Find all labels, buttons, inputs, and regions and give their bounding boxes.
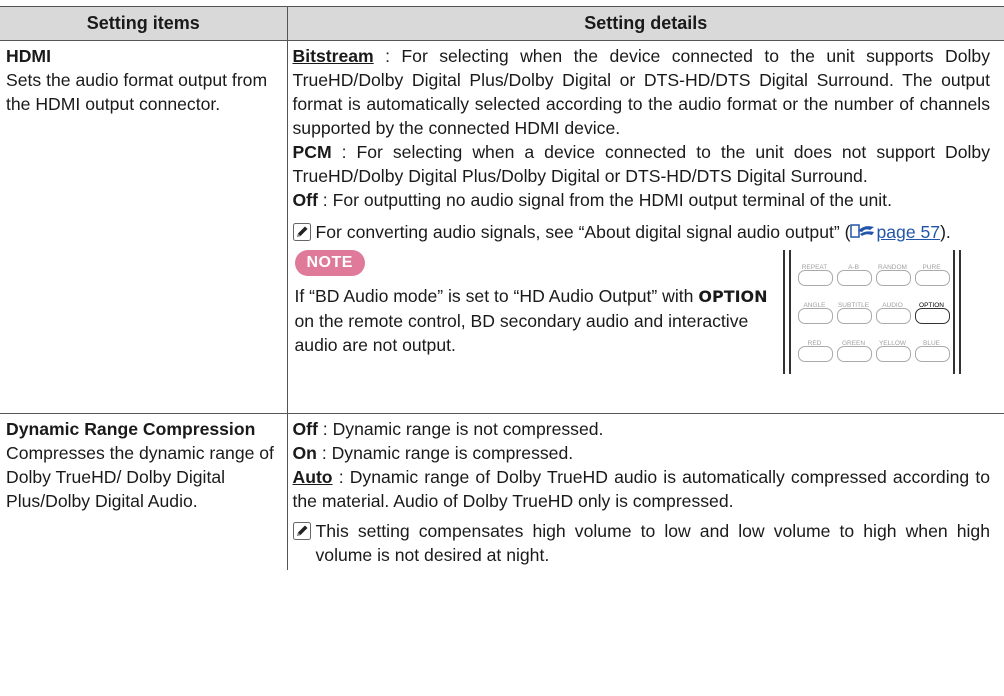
memo-note: This setting compensates high volume to … <box>292 519 991 567</box>
page-57-link[interactable]: page 57 <box>876 222 940 242</box>
option-description: : For selecting when a device connected … <box>292 142 991 186</box>
table-header-row: Setting items Setting details <box>0 6 1004 41</box>
memo-note: For converting audio signals, see “About… <box>292 220 991 244</box>
remote-button-subtitle <box>836 308 872 324</box>
column-header-setting-items: Setting items <box>0 6 287 41</box>
remote-edge-left <box>782 250 785 374</box>
setting-item-title: HDMI <box>6 46 51 66</box>
remote-edge-right <box>958 250 961 374</box>
pencil-icon <box>292 522 311 540</box>
setting-item-cell: Dynamic Range Compression Compresses the… <box>0 413 287 570</box>
remote-control-illustration: REPEAT A-B RANDOM PURE ANGLE SUBTITLE AU… <box>782 250 961 374</box>
option-bitstream: Bitstream : For selecting when the devic… <box>293 44 991 140</box>
remote-button-repeat <box>797 270 833 286</box>
memo-text: This setting compensates high volume to … <box>315 521 991 565</box>
note-section: NOTE If “BD Audio mode” is set to “HD Au… <box>293 250 991 374</box>
remote-button-red <box>797 346 833 362</box>
option-description: : For selecting when the device connecte… <box>292 46 991 138</box>
table-row-hdmi: HDMI Sets the audio format output from t… <box>0 40 1004 414</box>
remote-button-yellow <box>875 346 911 362</box>
option-pcm: PCM : For selecting when a device connec… <box>293 140 991 188</box>
option-name: PCM <box>292 142 332 162</box>
option-off: Off : Dynamic range is not compressed. <box>293 417 991 441</box>
option-name: Off <box>292 190 318 210</box>
option-name: Auto <box>292 467 333 487</box>
option-description: : Dynamic range is not compressed. <box>317 419 604 439</box>
table-row-dynamic-range-compression: Dynamic Range Compression Compresses the… <box>0 413 1004 570</box>
note-text-part2: on the remote control, BD secondary audi… <box>294 311 749 355</box>
setting-details-cell: Bitstream : For selecting when the devic… <box>286 40 1004 414</box>
option-name: Off <box>292 419 318 439</box>
setting-item-cell: HDMI Sets the audio format output from t… <box>0 40 287 414</box>
remote-button-random <box>875 270 911 286</box>
option-off: Off : For outputting no audio signal fro… <box>293 188 991 212</box>
setting-item-title: Dynamic Range Compression <box>6 419 256 439</box>
memo-text-body: For converting audio signals, see “About… <box>315 222 851 242</box>
memo-text: For converting audio signals, see “About… <box>316 220 991 244</box>
option-auto: Auto : Dynamic range of Dolby TrueHD aud… <box>293 465 991 513</box>
remote-button-blue <box>914 346 950 362</box>
option-description: : Dynamic range of Dolby TrueHD audio is… <box>292 467 991 511</box>
settings-table: Setting items Setting details HDMI Sets … <box>0 6 1004 570</box>
settings-page: Setting items Setting details HDMI Sets … <box>0 0 1004 696</box>
note-body: If “BD Audio mode” is set to “HD Audio O… <box>295 284 785 357</box>
remote-button-pure <box>914 270 950 286</box>
option-name: On <box>292 443 317 463</box>
setting-item-description: Compresses the dynamic range of Dolby Tr… <box>6 443 274 511</box>
remote-button-green <box>836 346 872 362</box>
remote-button-angle <box>797 308 833 324</box>
remote-button-option <box>914 308 950 324</box>
option-keyword: OPTION <box>698 287 768 306</box>
column-header-setting-details: Setting details <box>286 6 1004 41</box>
pencil-icon <box>292 223 311 241</box>
option-name: Bitstream <box>292 46 374 66</box>
page-reference-icon <box>850 224 875 238</box>
note-text-part1: If “BD Audio mode” is set to “HD Audio O… <box>294 286 699 306</box>
option-on: On : Dynamic range is compressed. <box>293 441 991 465</box>
setting-details-cell: Off : Dynamic range is not compressed. O… <box>286 413 1004 570</box>
remote-edge-left-inner <box>788 250 791 374</box>
setting-item-description: Sets the audio format output from the HD… <box>6 70 268 114</box>
option-description: : Dynamic range is compressed. <box>316 443 574 463</box>
option-description: : For outputting no audio signal from th… <box>317 190 892 210</box>
memo-text-end: ). <box>940 222 951 242</box>
note-badge: NOTE <box>294 250 365 276</box>
remote-button-audio <box>875 308 911 324</box>
remote-button-a-b <box>836 270 872 286</box>
